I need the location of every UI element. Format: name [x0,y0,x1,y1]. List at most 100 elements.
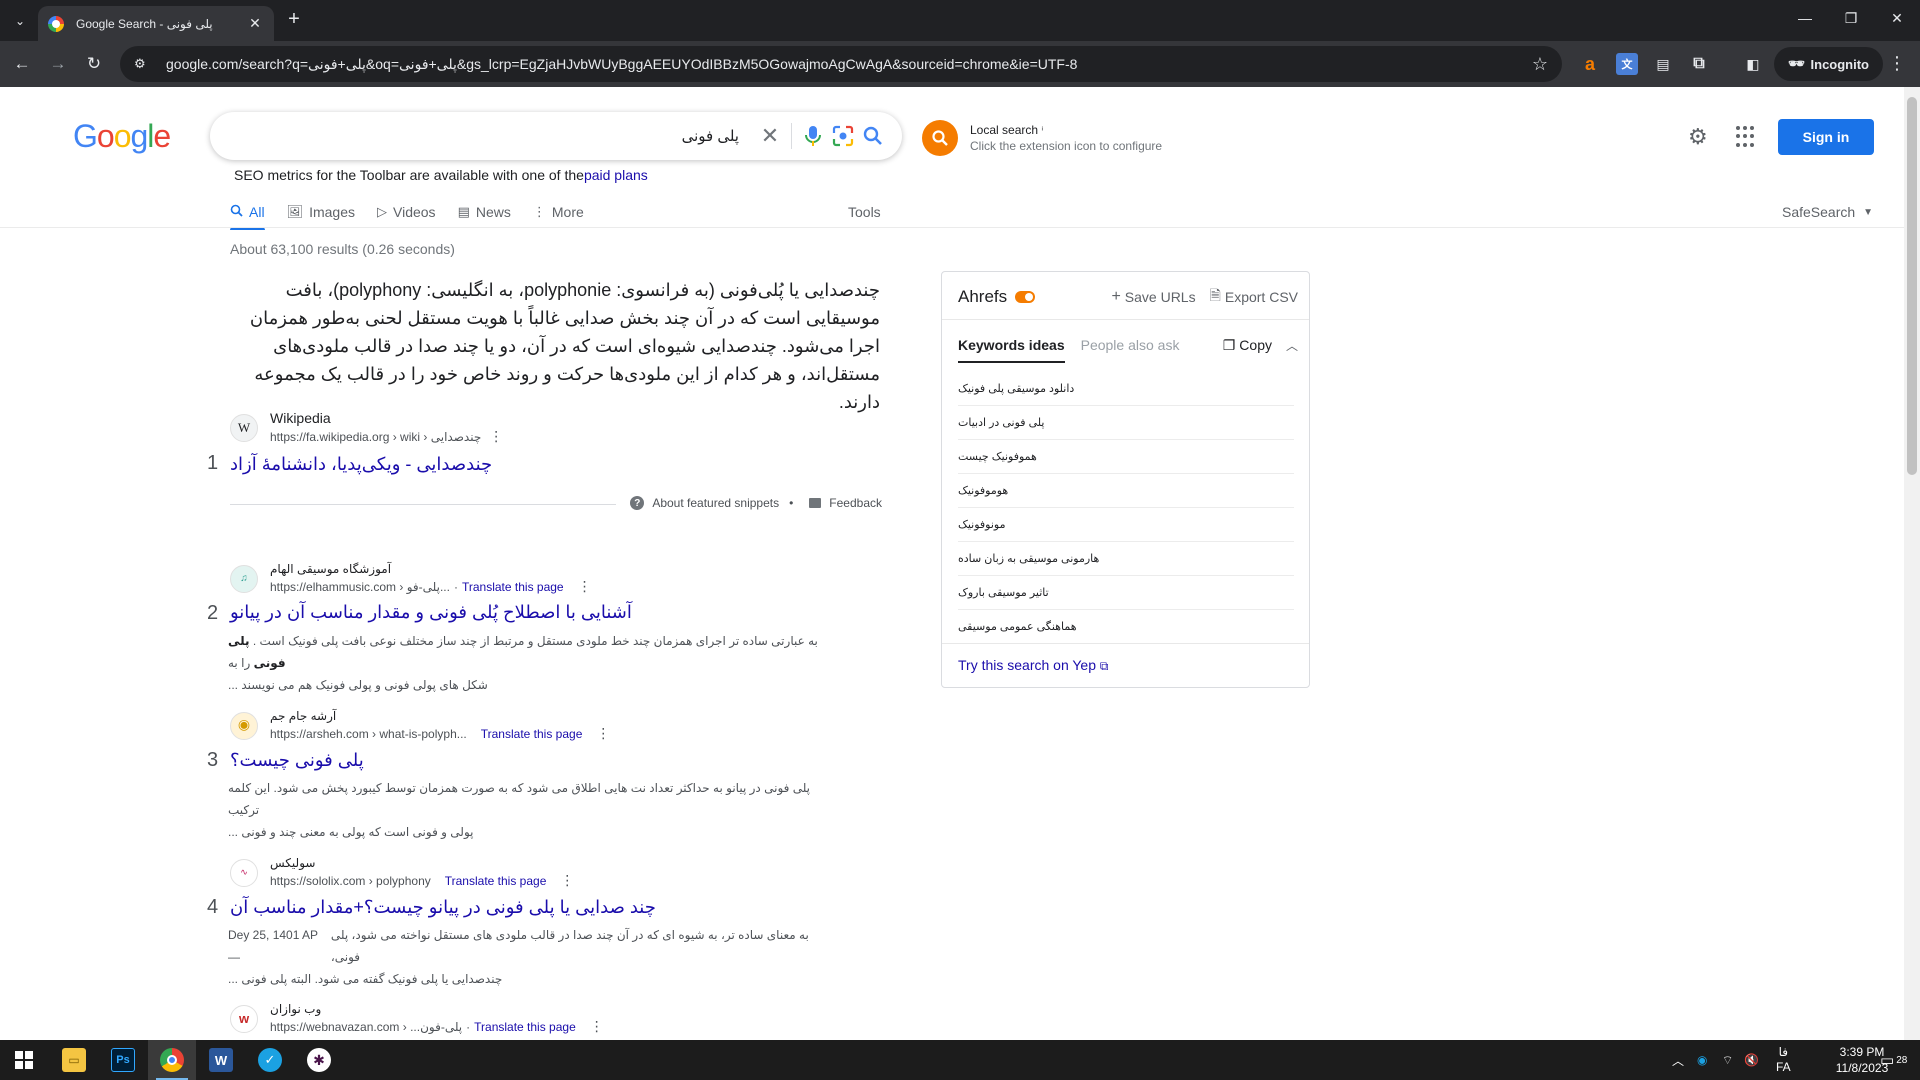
tab-videos-label: Videos [393,204,436,220]
url-text[interactable]: google.com/search?q=پلی+فونی&oq=پلی+فونی… [166,56,1532,73]
keyword-item[interactable]: مونوفونیک [958,508,1294,542]
keyword-item[interactable]: هارمونی موسیقی به زبان ساده [958,542,1294,576]
export-csv-button[interactable]: 🗎 Export CSV [1210,285,1298,309]
local-search-widget[interactable]: Local search ⁱ Click the extension icon … [922,120,1162,156]
side-panel-icon[interactable]: ◧ [1742,53,1764,75]
result-title[interactable]: پلی فونی چیست؟ [230,750,364,771]
sign-in-button[interactable]: Sign in [1778,119,1874,155]
tab-people-also-ask[interactable]: People also ask [1081,332,1180,358]
address-bar[interactable]: ⚙ google.com/search?q=پلی+فونی&oq=پلی+فو… [120,46,1562,82]
keyword-item[interactable]: هوموفونیک [958,474,1294,508]
info-icon[interactable]: ⁱ [1041,126,1043,137]
settings-gear-icon[interactable]: ⚙ [1688,124,1708,150]
start-button[interactable] [0,1040,48,1080]
tools-button[interactable]: Tools [848,196,881,228]
scrollbar-thumb[interactable] [1907,97,1917,475]
site-info-icon[interactable]: ⚙ [134,56,156,72]
tab-news[interactable]: ▤ News [458,196,511,228]
tray-app-icon[interactable]: ◉ [1697,1040,1707,1080]
taskbar-photoshop[interactable]: Ps [99,1040,147,1080]
tab-close-icon[interactable]: ✕ [246,15,264,32]
taskbar-word[interactable]: W [197,1040,245,1080]
network-icon[interactable]: ⌔ [1722,1040,1733,1080]
tab-search-chevron-icon[interactable]: ⌄ [8,9,32,33]
result-source[interactable]: w وب نوازان https://webnavazan.com › ...… [230,1002,604,1035]
copy-button[interactable]: ❐ Copy [1223,337,1272,354]
feedback-link[interactable]: Feedback [829,496,882,510]
yep-search-link[interactable]: Try this search on Yep ⧉ [958,657,1108,674]
keyword-item[interactable]: هماهنگی عمومی موسیقی [958,610,1294,644]
reload-icon[interactable]: ↻ [82,52,106,76]
lens-camera-icon[interactable] [828,121,858,151]
clear-search-icon[interactable]: ✕ [755,121,785,151]
new-tab-plus-icon[interactable]: + [282,8,306,31]
back-arrow-icon[interactable]: ← [10,52,34,76]
lang-fa-code: FA [1776,1060,1791,1074]
search-submit-icon[interactable] [858,121,888,151]
window-minimize-icon[interactable]: — [1790,10,1820,26]
browser-toolbar: ← → ↻ ⚙ google.com/search?q=پلی+فونی&oq=… [0,41,1920,87]
search-icon [230,204,243,220]
result-source[interactable]: ♫ آموزشگاه موسیقی الهام https://elhammus… [230,562,592,595]
taskbar-file-explorer[interactable]: ▭ [50,1040,98,1080]
browser-menu-icon[interactable]: ⋮ [1888,53,1906,74]
keyword-item[interactable]: هموفونیک چیست [958,440,1294,474]
translate-link[interactable]: Translate this page [445,874,547,888]
featured-snippet-source[interactable]: W Wikipedia https://fa.wikipedia.org › w… [230,410,503,445]
google-apps-icon[interactable] [1736,126,1758,148]
translate-link[interactable]: Translate this page [462,580,564,594]
google-logo[interactable]: Google [73,118,171,155]
forward-arrow-icon[interactable]: → [46,52,70,76]
local-search-icon[interactable] [922,120,958,156]
more-options-icon[interactable]: ⋮ [578,578,592,595]
panel-divider [942,643,1309,644]
featured-result-title[interactable]: چندصدایی - ویکی‌پدیا، دانشنامهٔ آزاد [230,454,492,475]
notification-center[interactable]: ▭ 28 [1880,1040,1907,1080]
volume-muted-icon[interactable]: 🔇 [1744,1040,1759,1080]
more-options-icon[interactable]: ⋮ [590,1018,604,1035]
collapse-chevron-icon[interactable]: ︿ [1286,337,1298,354]
result-source[interactable]: ∿ سولیکس https://sololix.com › polyphony… [230,856,574,889]
more-options-icon[interactable]: ⋮ [560,872,574,889]
search-box[interactable]: پلی فونی ✕ [210,112,902,160]
translate-link[interactable]: Translate this page [481,727,583,741]
more-options-icon[interactable]: ⋮ [489,428,503,444]
amazon-extension-icon[interactable]: a [1579,53,1601,75]
tab-images[interactable]: 🖼 Images [287,196,355,228]
keyword-item[interactable]: تاثیر موسیقی باروک [958,576,1294,610]
more-options-icon[interactable]: ⋮ [596,725,610,742]
extensions-puzzle-icon[interactable]: ⧉ [1688,53,1710,75]
keyword-item[interactable]: پلی فونی در ادبیات [958,406,1294,440]
save-urls-button[interactable]: + Save URLs [1111,288,1195,306]
keyword-item[interactable]: دانلود موسیقی پلی فونیک [958,372,1294,406]
tab-keywords-ideas[interactable]: Keywords ideas [958,332,1065,363]
window-close-icon[interactable]: ✕ [1882,10,1912,27]
document-extension-icon[interactable]: ▤ [1652,53,1674,75]
result-source[interactable]: ◉ آرشه جام جم https://arsheh.com › what-… [230,709,610,742]
taskbar-chrome[interactable] [148,1040,196,1080]
input-language[interactable]: فا FA [1776,1040,1791,1080]
browser-tab-active[interactable]: Google Search - پلی فونی ✕ [38,6,274,41]
paid-plans-link[interactable]: paid plans [584,167,648,183]
yep-label: Try this search on Yep [958,657,1097,673]
taskbar-app[interactable]: ✓ [246,1040,294,1080]
window-restore-icon[interactable]: ❐ [1836,10,1866,27]
safesearch-dropdown[interactable]: SafeSearch ▼ [1782,196,1873,228]
incognito-indicator[interactable]: 🕶 Incognito [1774,47,1884,81]
about-snippets-link[interactable]: About featured snippets [652,496,779,510]
taskbar-slack[interactable]: ✱ [295,1040,343,1080]
tab-videos[interactable]: ▷ Videos [377,196,436,228]
page-scrollbar[interactable] [1904,87,1920,1040]
feedback-icon [809,498,822,508]
translate-link[interactable]: Translate this page [474,1020,576,1034]
tray-overflow-chevron-icon[interactable]: ︿ [1672,1040,1684,1080]
search-input[interactable]: پلی فونی [224,127,755,145]
translate-extension-icon[interactable]: 文 [1616,53,1638,75]
bookmark-star-icon[interactable]: ☆ [1532,54,1548,75]
result-title[interactable]: چند صدایی یا پلی فونی در پیانو چیست؟+مقد… [230,897,656,918]
tab-more[interactable]: ⋮ More [533,196,584,228]
ahrefs-toggle[interactable] [1015,291,1036,303]
tab-all[interactable]: All [230,196,265,230]
voice-search-icon[interactable] [798,121,828,151]
result-title[interactable]: آشنایی با اصطلاح پُلی فونی و مقدار مناسب… [230,602,632,623]
